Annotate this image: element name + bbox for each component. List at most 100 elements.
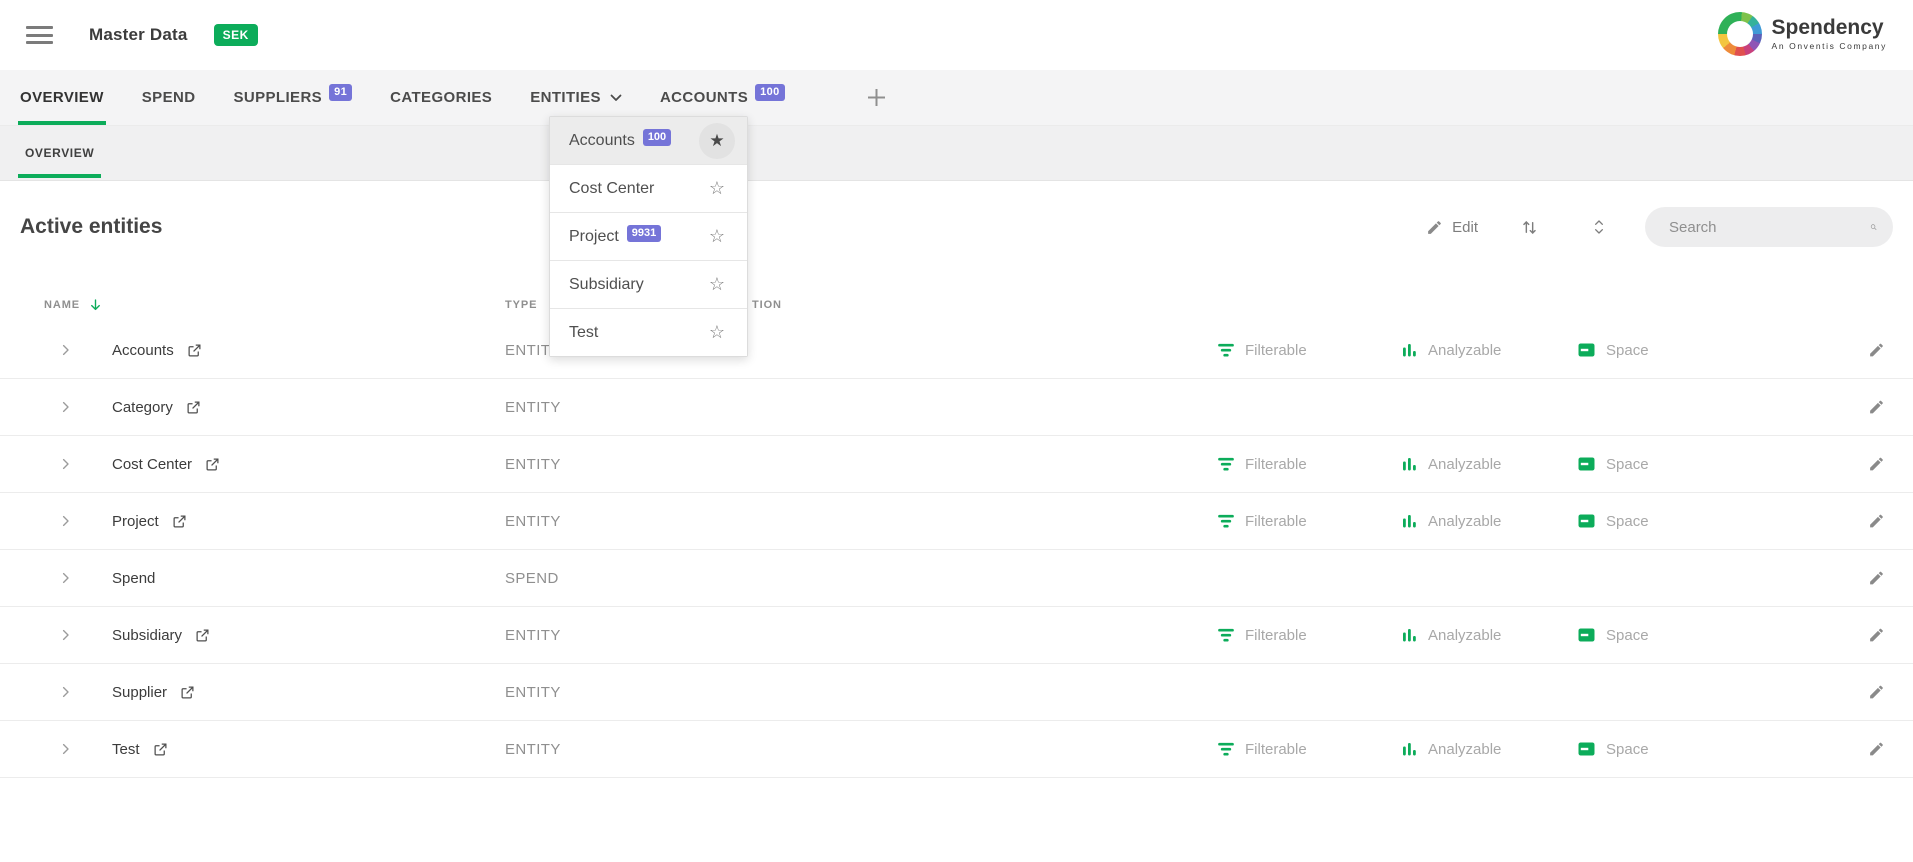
capability-label: Space xyxy=(1606,456,1649,473)
expand-row-button[interactable] xyxy=(58,343,73,358)
subtab-overview[interactable]: OVERVIEW xyxy=(18,126,101,180)
section-heading: Active entities xyxy=(20,215,162,239)
column-header-name-label: NAME xyxy=(44,299,80,311)
capability-filterable: Filterable xyxy=(1218,493,1307,549)
entity-type: ENTITY xyxy=(505,493,561,549)
capability-label: Analyzable xyxy=(1428,627,1501,644)
capability-space: Space xyxy=(1578,493,1649,549)
entity-type: ENTITY xyxy=(505,436,561,492)
capability-label: Filterable xyxy=(1245,342,1307,359)
star-outline-icon[interactable]: ☆ xyxy=(699,267,735,303)
external-link-icon xyxy=(195,628,210,643)
capability-label: Analyzable xyxy=(1428,342,1501,359)
open-entity-button[interactable] xyxy=(153,742,168,757)
dropdown-count-badge: 9931 xyxy=(627,225,661,241)
dropdown-item-project[interactable]: Project9931☆ xyxy=(550,212,747,260)
search-input[interactable] xyxy=(1667,218,1870,237)
space-card-icon xyxy=(1578,742,1595,756)
chevron-right-icon xyxy=(58,628,73,643)
table-row[interactable]: SubsidiaryENTITYFilterableAnalyzableSpac… xyxy=(0,607,1913,664)
expand-row-button[interactable] xyxy=(58,457,73,472)
edit-row-button[interactable] xyxy=(1868,627,1885,644)
edit-row-button[interactable] xyxy=(1868,684,1885,701)
search-icon xyxy=(1870,218,1877,236)
star-filled-icon[interactable]: ★ xyxy=(699,123,735,159)
tab-label: SUPPLIERS xyxy=(233,89,322,106)
capability-label: Space xyxy=(1606,741,1649,758)
expand-row-button[interactable] xyxy=(58,571,73,586)
edit-row-button[interactable] xyxy=(1868,399,1885,416)
unfold-more-icon xyxy=(1591,216,1607,238)
capability-space: Space xyxy=(1578,607,1649,663)
dropdown-item-accounts[interactable]: Accounts100★ xyxy=(550,117,747,164)
filter-icon xyxy=(1218,457,1234,472)
chevron-right-icon xyxy=(58,742,73,757)
capability-label: Space xyxy=(1606,627,1649,644)
star-outline-icon[interactable]: ☆ xyxy=(699,315,735,351)
open-entity-button[interactable] xyxy=(205,457,220,472)
edit-row-button[interactable] xyxy=(1868,741,1885,758)
collapse-expand-button[interactable] xyxy=(1591,216,1607,238)
table-row[interactable]: SupplierENTITY xyxy=(0,664,1913,721)
entity-name: Spend xyxy=(112,570,155,587)
external-link-icon xyxy=(180,685,195,700)
expand-row-button[interactable] xyxy=(58,400,73,415)
table-row[interactable]: TestENTITYFilterableAnalyzableSpace xyxy=(0,721,1913,778)
open-entity-button[interactable] xyxy=(186,400,201,415)
logo-ring-icon xyxy=(1718,12,1762,56)
capability-label: Space xyxy=(1606,513,1649,530)
expand-row-button[interactable] xyxy=(58,742,73,757)
entity-name: Test xyxy=(112,741,140,758)
dropdown-item-subsidiary[interactable]: Subsidiary ☆ xyxy=(550,260,747,308)
table-row[interactable]: SpendSPEND xyxy=(0,550,1913,607)
entity-name: Subsidiary xyxy=(112,627,182,644)
filter-icon xyxy=(1218,514,1234,529)
edit-row-button[interactable] xyxy=(1868,513,1885,530)
edit-row-button[interactable] xyxy=(1868,456,1885,473)
capability-filterable: Filterable xyxy=(1218,436,1307,492)
star-outline-icon[interactable]: ☆ xyxy=(699,171,735,207)
table-row[interactable]: ProjectENTITYFilterableAnalyzableSpace xyxy=(0,493,1913,550)
tab-overview[interactable]: OVERVIEW xyxy=(20,70,104,125)
entity-name: Category xyxy=(112,399,173,416)
edit-button-label: Edit xyxy=(1452,219,1478,236)
open-entity-button[interactable] xyxy=(180,685,195,700)
active-subtab-indicator xyxy=(18,174,101,178)
search-box xyxy=(1645,207,1893,247)
entity-name: Accounts xyxy=(112,342,174,359)
column-header-type[interactable]: TYPE xyxy=(505,288,537,322)
edit-button[interactable]: Edit xyxy=(1426,219,1478,236)
table-row[interactable]: AccountsENTITYFilterableAnalyzableSpace xyxy=(0,322,1913,379)
tab-spend[interactable]: SPEND xyxy=(142,70,196,125)
pencil-icon xyxy=(1868,741,1885,758)
dropdown-item-label: Subsidiary xyxy=(569,276,644,294)
expand-row-button[interactable] xyxy=(58,685,73,700)
expand-row-button[interactable] xyxy=(58,628,73,643)
open-entity-button[interactable] xyxy=(195,628,210,643)
tab-suppliers[interactable]: SUPPLIERS91 xyxy=(233,70,352,125)
external-link-icon xyxy=(172,514,187,529)
edit-row-button[interactable] xyxy=(1868,342,1885,359)
sort-button[interactable] xyxy=(1520,218,1539,237)
entity-name: Cost Center xyxy=(112,456,192,473)
dropdown-item-cost-center[interactable]: Cost Center☆ xyxy=(550,164,747,212)
column-header-name[interactable]: NAME xyxy=(44,288,103,322)
table-row[interactable]: Cost Center ENTITY Filterable Analyzable Spa… xyxy=(0,436,1913,493)
capability-label: Analyzable xyxy=(1428,456,1501,473)
table-row[interactable]: CategoryENTITY xyxy=(0,379,1913,436)
hamburger-menu-icon[interactable] xyxy=(26,26,53,44)
logo-tagline: An Onventis Company xyxy=(1772,41,1887,51)
open-entity-button[interactable] xyxy=(172,514,187,529)
add-tab-button[interactable] xyxy=(867,88,886,107)
capability-label: Filterable xyxy=(1245,627,1307,644)
star-outline-icon[interactable]: ☆ xyxy=(699,219,735,255)
filter-icon xyxy=(1218,628,1234,643)
capability-label: Filterable xyxy=(1245,456,1307,473)
expand-row-button[interactable] xyxy=(58,514,73,529)
dropdown-item-label: Accounts xyxy=(569,132,635,150)
dropdown-item-test[interactable]: Test☆ xyxy=(550,308,747,356)
edit-row-button[interactable] xyxy=(1868,570,1885,587)
tab-categories[interactable]: CATEGORIES xyxy=(390,70,492,125)
open-entity-button[interactable] xyxy=(187,343,202,358)
chevron-right-icon xyxy=(58,514,73,529)
